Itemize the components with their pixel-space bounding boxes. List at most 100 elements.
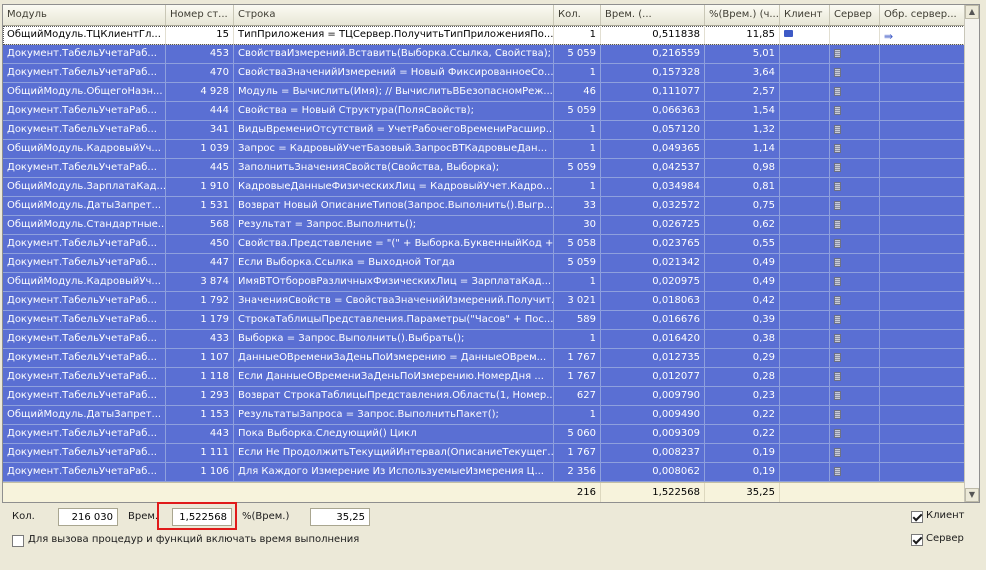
table-row[interactable]: Документ.ТабельУчетаРаб... 341 ВидыВремени… — [3, 121, 965, 140]
table-row[interactable]: Документ.ТабельУчетаРаб... 445 ЗаполнитьЗн… — [3, 159, 965, 178]
table-row[interactable]: ОбщийМодуль.ТЦКлиентГл... 15 ТипПриложения… — [3, 26, 965, 45]
cell-module: ОбщийМодуль.КадровыйУч... — [3, 140, 166, 158]
table-row[interactable]: Документ.ТабельУчетаРаб... 433 Выборка = З… — [3, 330, 965, 349]
table-row[interactable]: ОбщийМодуль.ДатыЗапрет... 1 153 Результаты… — [3, 406, 965, 425]
header-col-server[interactable]: Сервер — [830, 5, 880, 25]
cell-pct: 0,23 — [705, 387, 780, 405]
cell-text: Возврат Новый ОписаниеТипов(Запрос.Выпол… — [234, 197, 554, 215]
cell-pct: 0,39 — [705, 311, 780, 329]
cell-server — [830, 425, 880, 443]
header-col-time[interactable]: Врем. (... — [601, 5, 705, 25]
table-row[interactable]: Документ.ТабельУчетаРаб... 444 Свойства = … — [3, 102, 965, 121]
cell-time: 0,018063 — [601, 292, 705, 310]
server-icon — [834, 182, 841, 191]
cell-srvcall — [880, 349, 965, 367]
cell-server — [830, 387, 880, 405]
table-row[interactable]: Документ.ТабельУчетаРаб... 450 Свойства.Пр… — [3, 235, 965, 254]
cell-srvcall — [880, 178, 965, 196]
cell-text: Для Каждого Измерение Из ИспользуемыеИзм… — [234, 463, 554, 481]
header-col-pct[interactable]: %(Врем.) (ч... — [705, 5, 780, 25]
cell-count: 1 — [554, 140, 601, 158]
table-row[interactable]: Документ.ТабельУчетаРаб... 453 СвойстваИзм… — [3, 45, 965, 64]
table-row[interactable]: Документ.ТабельУчетаРаб... 1 293 Возврат С… — [3, 387, 965, 406]
table-row[interactable]: Документ.ТабельУчетаРаб... 1 179 СтрокаТаб… — [3, 311, 965, 330]
scroll-up-icon[interactable]: ▲ — [965, 5, 979, 19]
header-col-module[interactable]: Модуль — [3, 5, 166, 25]
cell-server — [830, 292, 880, 310]
cell-client — [780, 444, 830, 462]
cell-pct: 0,29 — [705, 349, 780, 367]
cell-text: Если Не ПродолжитьТекущийИнтервал(Описан… — [234, 444, 554, 462]
cell-srvcall — [880, 368, 965, 386]
cell-line: 4 928 — [166, 83, 234, 101]
table-row[interactable]: Документ.ТабельУчетаРаб... 1 107 ДанныеОВр… — [3, 349, 965, 368]
scroll-down-icon[interactable]: ▼ — [965, 488, 979, 502]
cell-line: 447 — [166, 254, 234, 272]
cell-server — [830, 197, 880, 215]
cell-time: 0,020975 — [601, 273, 705, 291]
cell-client — [780, 121, 830, 139]
cell-server — [830, 273, 880, 291]
cell-time: 0,009490 — [601, 406, 705, 424]
cell-time: 0,012735 — [601, 349, 705, 367]
table-row[interactable]: Документ.ТабельУчетаРаб... 447 Если Выборк… — [3, 254, 965, 273]
cell-srvcall — [880, 292, 965, 310]
header-col-line[interactable]: Номер ст... — [166, 5, 234, 25]
server-icon — [834, 315, 841, 324]
vertical-scrollbar[interactable]: ▲ ▼ — [964, 5, 979, 502]
count-field[interactable]: 216 030 — [58, 508, 118, 526]
cell-srvcall — [880, 311, 965, 329]
table-row[interactable]: ОбщийМодуль.Стандартные... 568 Результат =… — [3, 216, 965, 235]
table-row[interactable]: ОбщийМодуль.ДатыЗапрет... 1 531 Возврат Но… — [3, 197, 965, 216]
pct-field[interactable]: 35,25 — [310, 508, 370, 526]
cell-line: 443 — [166, 425, 234, 443]
cell-line: 433 — [166, 330, 234, 348]
header-col-count[interactable]: Кол. — [554, 5, 601, 25]
table-row[interactable]: Документ.ТабельУчетаРаб... 1 106 Для Каждо… — [3, 463, 965, 482]
cell-line: 568 — [166, 216, 234, 234]
cell-client — [780, 83, 830, 101]
table-row[interactable]: ОбщийМодуль.ОбщегоНазн... 4 928 Модуль = В… — [3, 83, 965, 102]
table-row[interactable]: Документ.ТабельУчетаРаб... 1 118 Если Данн… — [3, 368, 965, 387]
cell-text: СвойстваЗначенийИзмерений = Новый Фиксир… — [234, 64, 554, 82]
cell-count: 1 — [554, 26, 601, 44]
cell-srvcall — [880, 254, 965, 272]
cell-count: 5 058 — [554, 235, 601, 253]
table-row[interactable]: ОбщийМодуль.КадровыйУч... 3 874 ИмяВТОтбор… — [3, 273, 965, 292]
table-row[interactable]: ОбщийМодуль.КадровыйУч... 1 039 Запрос = К… — [3, 140, 965, 159]
cell-count: 5 059 — [554, 254, 601, 272]
cell-server — [830, 349, 880, 367]
header-col-client[interactable]: Клиент — [780, 5, 830, 25]
cell-text: РезультатыЗапроса = Запрос.ВыполнитьПаке… — [234, 406, 554, 424]
table-row[interactable]: Документ.ТабельУчетаРаб... 470 СвойстваЗна… — [3, 64, 965, 83]
table-row[interactable]: Документ.ТабельУчетаРаб... 1 111 Если Не П… — [3, 444, 965, 463]
table-row[interactable]: Документ.ТабельУчетаРаб... 1 792 ЗначенияС… — [3, 292, 965, 311]
cell-count: 627 — [554, 387, 601, 405]
cell-client — [780, 463, 830, 481]
cell-module: Документ.ТабельУчетаРаб... — [3, 64, 166, 82]
cell-pct: 0,42 — [705, 292, 780, 310]
include-time-checkbox[interactable] — [12, 535, 24, 547]
total-time: 1,522568 — [601, 483, 705, 502]
cell-count: 1 767 — [554, 349, 601, 367]
server-icon — [834, 87, 841, 96]
header-col-text[interactable]: Строка — [234, 5, 554, 25]
cell-line: 1 111 — [166, 444, 234, 462]
client-checkbox[interactable] — [911, 511, 923, 523]
cell-module: Документ.ТабельУчетаРаб... — [3, 349, 166, 367]
cell-srvcall — [880, 273, 965, 291]
cell-module: Документ.ТабельУчетаРаб... — [3, 235, 166, 253]
server-icon — [834, 49, 841, 58]
cell-time: 0,066363 — [601, 102, 705, 120]
header-col-server-call[interactable]: Обр. сервер... — [880, 5, 965, 25]
cell-pct: 0,49 — [705, 273, 780, 291]
cell-srvcall — [880, 64, 965, 82]
profiler-table[interactable]: Модуль Номер ст... Строка Кол. Врем. (... %(В… — [2, 4, 980, 503]
server-checkbox[interactable] — [911, 534, 923, 546]
cell-client — [780, 178, 830, 196]
table-row[interactable]: Документ.ТабельУчетаРаб... 443 Пока Выборк… — [3, 425, 965, 444]
cell-client — [780, 349, 830, 367]
table-row[interactable]: ОбщийМодуль.ЗарплатаКад... 1 910 КадровыеД… — [3, 178, 965, 197]
cell-time: 0,511838 — [601, 26, 705, 44]
cell-count: 1 767 — [554, 368, 601, 386]
